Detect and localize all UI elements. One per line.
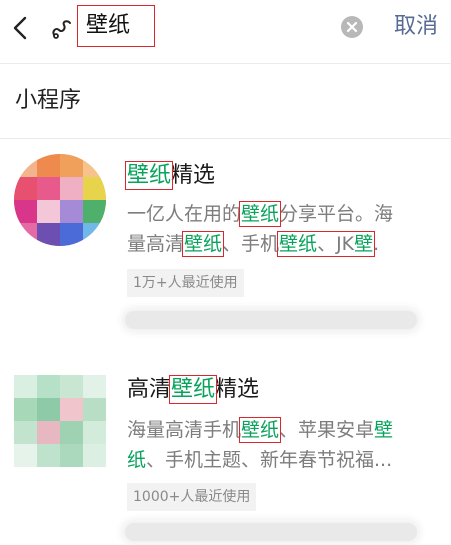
search-bar: 壁纸 取消 — [0, 0, 451, 56]
title-keyword: 壁纸 — [124, 161, 174, 190]
desc-keyword-group: 壁纸、JK壁 — [277, 231, 376, 257]
item-title[interactable]: 壁纸精选 — [124, 161, 216, 191]
title-text: 精选 — [215, 377, 260, 402]
desc-text: 、手机主题、新年春节祝福... — [146, 449, 393, 471]
title-keyword: 壁纸 — [169, 375, 218, 404]
cancel-button[interactable]: 取消 — [394, 12, 438, 42]
desc-keyword: 壁 — [354, 233, 374, 255]
chevron-left-icon[interactable] — [10, 16, 32, 40]
desc-keyword: 壁纸 — [182, 231, 225, 257]
desc-text: 分享平台。海 — [279, 203, 394, 225]
avatar — [14, 375, 106, 467]
desc-text: 、手机 — [222, 233, 280, 255]
blurred-content — [125, 311, 417, 329]
divider — [0, 138, 451, 139]
desc-keyword: 纸 — [127, 449, 147, 471]
item-description: 海量高清手机壁纸、苹果安卓壁 纸、手机主题、新年春节祝福... — [127, 415, 439, 475]
description-line: 海量高清手机壁纸、苹果安卓壁 — [127, 415, 439, 445]
desc-text: 海量高清手机 — [127, 419, 242, 441]
desc-keyword: 壁纸 — [279, 233, 318, 255]
desc-keyword: 壁纸 — [239, 201, 282, 227]
item-description: 一亿人在用的壁纸分享平台。海 量高清壁纸、手机壁纸、JK壁. — [127, 199, 439, 259]
section-title-mini-programs: 小程序 — [15, 88, 82, 113]
desc-keyword: 壁纸 — [239, 417, 282, 443]
wechat-search-icon — [50, 17, 74, 41]
usage-badge: 1万+人最近使用 — [127, 269, 244, 297]
description-line: 量高清壁纸、手机壁纸、JK壁. — [127, 229, 439, 259]
desc-text: 量高清 — [127, 233, 185, 255]
description-line: 一亿人在用的壁纸分享平台。海 — [127, 199, 439, 229]
usage-badge: 1000+人最近使用 — [127, 483, 257, 511]
desc-text: 一亿人在用的 — [127, 203, 242, 225]
title-text: 高清 — [127, 377, 172, 402]
desc-text: 、苹果安卓 — [279, 419, 375, 441]
title-text: 精选 — [171, 163, 216, 188]
desc-keyword: 壁 — [374, 419, 394, 441]
clear-icon[interactable] — [340, 15, 364, 39]
divider — [0, 63, 451, 64]
item-title[interactable]: 高清壁纸精选 — [127, 375, 259, 405]
search-input[interactable]: 壁纸 — [77, 5, 155, 47]
avatar — [14, 154, 106, 246]
desc-text: . — [373, 233, 380, 255]
desc-text: 、JK — [317, 233, 355, 255]
list-item-result[interactable]: 壁纸精选 一亿人在用的壁纸分享平台。海 量高清壁纸、手机壁纸、JK壁. 1万+人… — [0, 140, 451, 330]
list-item-result[interactable]: 高清壁纸精选 海量高清手机壁纸、苹果安卓壁 纸、手机主题、新年春节祝福... 1… — [0, 355, 451, 545]
blurred-content — [125, 523, 417, 541]
description-line: 纸、手机主题、新年春节祝福... — [127, 445, 439, 475]
